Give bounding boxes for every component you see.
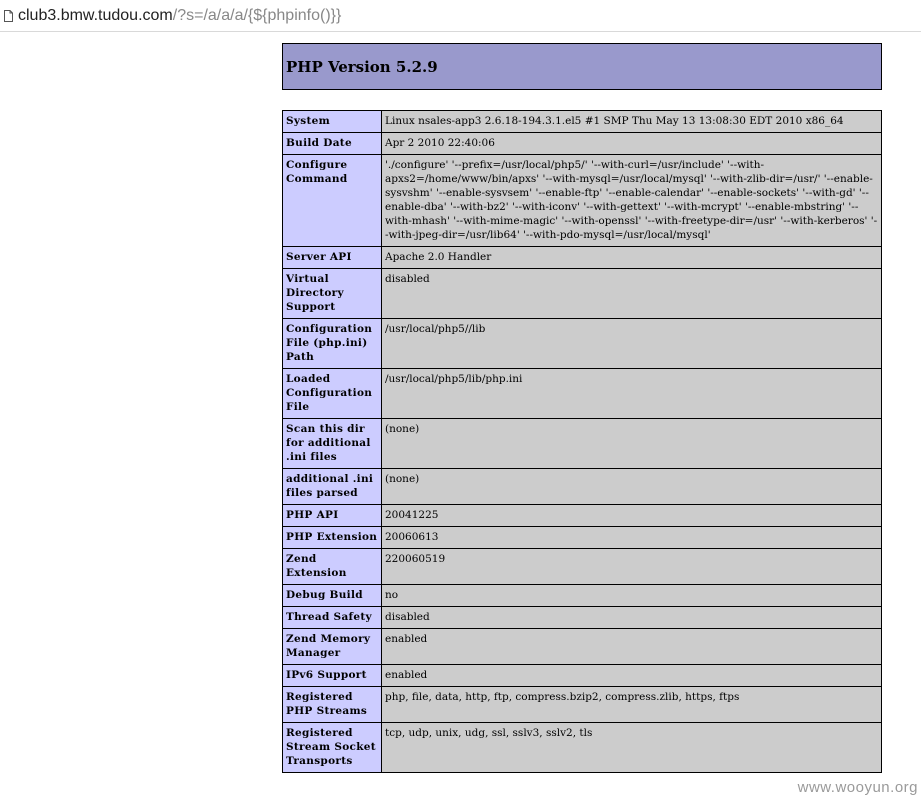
row-value: disabled	[381, 268, 882, 319]
table-row: PHP Extension 20060613	[282, 526, 882, 549]
row-value: disabled	[381, 606, 882, 629]
table-row: additional .ini files parsed (none)	[282, 468, 882, 505]
row-value: Apr 2 2010 22:40:06	[381, 132, 882, 155]
row-label: Zend Extension	[282, 548, 382, 585]
table-row: Configure Command './configure' '--prefix…	[282, 154, 882, 247]
php-version-header: PHP Version 5.2.9	[282, 43, 882, 90]
table-row: Debug Build no	[282, 584, 882, 607]
table-row: Build Date Apr 2 2010 22:40:06	[282, 132, 882, 155]
row-label: Registered Stream Socket Transports	[282, 722, 382, 773]
row-label: additional .ini files parsed	[282, 468, 382, 505]
row-label: Build Date	[282, 132, 382, 155]
row-value: Apache 2.0 Handler	[381, 246, 882, 269]
row-label: Debug Build	[282, 584, 382, 607]
row-value: 20060613	[381, 526, 882, 549]
url-host: club3.bmw.tudou.com	[18, 6, 173, 24]
row-value: (none)	[381, 468, 882, 505]
row-label: PHP Extension	[282, 526, 382, 549]
row-label: PHP API	[282, 504, 382, 527]
row-label: Registered PHP Streams	[282, 686, 382, 723]
row-value: './configure' '--prefix=/usr/local/php5/…	[381, 154, 882, 247]
row-label: Configure Command	[282, 154, 382, 247]
row-label: System	[282, 110, 382, 133]
table-row: IPv6 Support enabled	[282, 664, 882, 687]
row-label: Virtual Directory Support	[282, 268, 382, 319]
table-row: Thread Safety disabled	[282, 606, 882, 629]
row-value: no	[381, 584, 882, 607]
php-version-title: PHP Version 5.2.9	[286, 58, 438, 76]
table-row: Registered PHP Streams php, file, data, h…	[282, 686, 882, 723]
page-icon	[4, 10, 13, 22]
row-value: php, file, data, http, ftp, compress.bzi…	[381, 686, 882, 723]
row-value: enabled	[381, 664, 882, 687]
row-value: /usr/local/php5//lib	[381, 318, 882, 369]
row-label: Loaded Configuration File	[282, 368, 382, 419]
table-row: PHP API 20041225	[282, 504, 882, 527]
row-value: 220060519	[381, 548, 882, 585]
row-label: Server API	[282, 246, 382, 269]
table-row: Zend Memory Manager enabled	[282, 628, 882, 665]
url-text[interactable]: club3.bmw.tudou.com/?s=/a/a/a/{${phpinfo…	[18, 7, 341, 25]
row-value: enabled	[381, 628, 882, 665]
row-value: Linux nsales-app3 2.6.18-194.3.1.el5 #1 …	[381, 110, 882, 133]
row-label: Zend Memory Manager	[282, 628, 382, 665]
address-bar[interactable]: club3.bmw.tudou.com/?s=/a/a/a/{${phpinfo…	[0, 0, 921, 32]
table-row: Configuration File (php.ini) Path/usr/lo…	[282, 318, 882, 369]
row-label: IPv6 Support	[282, 664, 382, 687]
table-row: Server API Apache 2.0 Handler	[282, 246, 882, 269]
phpinfo-page: PHP Version 5.2.9 System Linux nsales-app…	[282, 43, 882, 773]
table-row: Loaded Configuration File/usr/local/php5…	[282, 368, 882, 419]
table-row: Virtual Directory Support disabled	[282, 268, 882, 319]
watermark: www.wooyun.org	[797, 779, 918, 796]
row-value: (none)	[381, 418, 882, 469]
table-row: Registered Stream Socket Transports tcp, …	[282, 722, 882, 773]
table-row: Zend Extension 220060519	[282, 548, 882, 585]
php-info-table: System Linux nsales-app3 2.6.18-194.3.1.e…	[282, 110, 882, 773]
row-label: Scan this dir for additional .ini files	[282, 418, 382, 469]
url-path: /?s=/a/a/a/{${phpinfo()}}	[172, 6, 342, 24]
row-value: 20041225	[381, 504, 882, 527]
table-row: System Linux nsales-app3 2.6.18-194.3.1.e…	[282, 110, 882, 133]
table-row: Scan this dir for additional .ini files(…	[282, 418, 882, 469]
row-label: Thread Safety	[282, 606, 382, 629]
row-label: Configuration File (php.ini) Path	[282, 318, 382, 369]
row-value: /usr/local/php5/lib/php.ini	[381, 368, 882, 419]
row-value: tcp, udp, unix, udg, ssl, sslv3, sslv2, …	[381, 722, 882, 773]
